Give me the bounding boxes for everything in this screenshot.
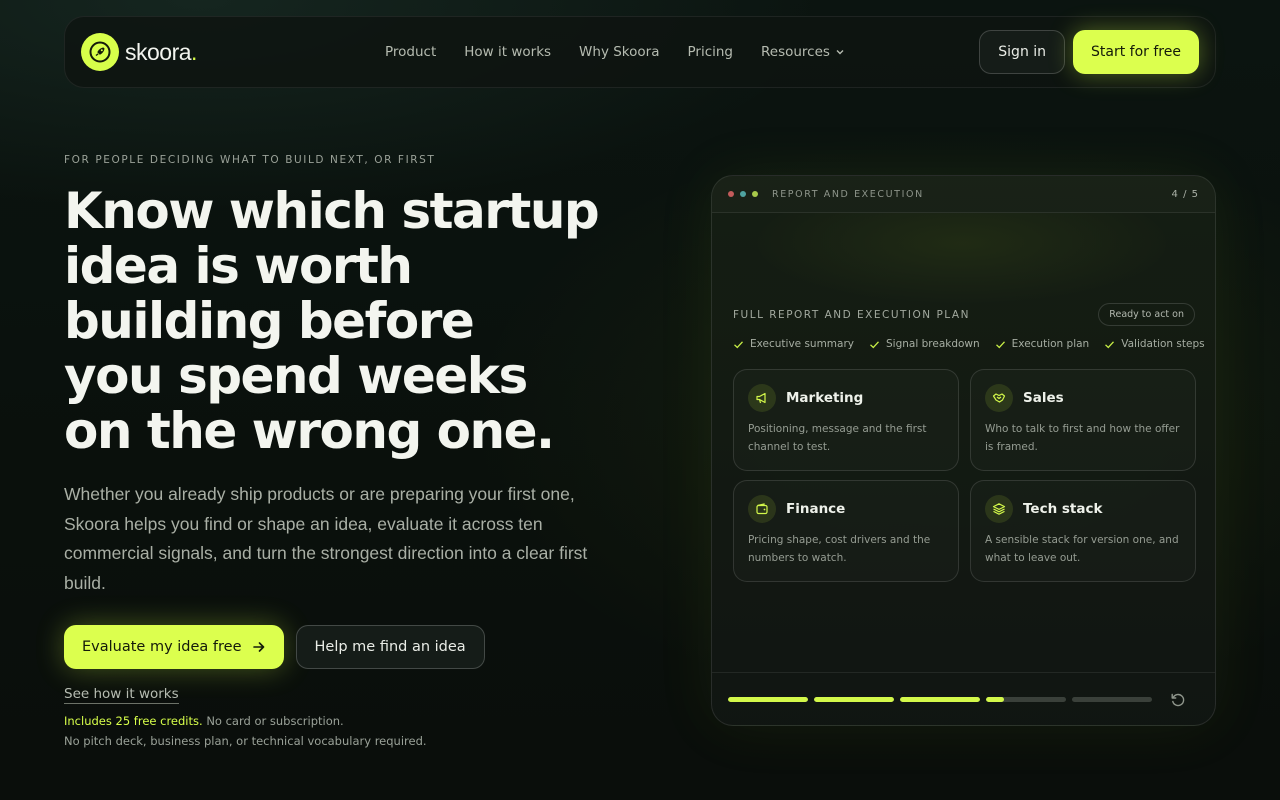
dot-teal <box>740 191 746 197</box>
hero-cta-row: Evaluate my idea free Help me find an id… <box>64 625 485 669</box>
tile-sales: Sales Who to talk to first and how the o… <box>970 369 1196 471</box>
check-label: Executive summary <box>750 338 855 350</box>
tile-title: Finance <box>786 501 846 517</box>
layers-icon <box>985 495 1013 523</box>
tile-tech-stack: Tech stack A sensible stack for version … <box>970 480 1196 582</box>
progress-segment <box>1072 697 1152 702</box>
rocket-icon <box>81 33 119 71</box>
progress-fill <box>900 697 980 702</box>
tile-description: Pricing shape, cost drivers and the numb… <box>748 534 931 564</box>
ready-badge: Ready to act on <box>1098 303 1195 326</box>
handshake-icon <box>985 384 1013 412</box>
find-idea-button[interactable]: Help me find an idea <box>295 625 485 669</box>
credits-note: Includes 25 free credits. No card or sub… <box>64 714 344 728</box>
tile-title: Sales <box>1023 390 1064 406</box>
replay-icon[interactable] <box>1169 691 1187 709</box>
check-item: Validation steps <box>1104 338 1205 350</box>
nav-link-product[interactable]: Product <box>385 44 436 60</box>
see-how-it-works-link[interactable]: See how it works <box>64 686 179 704</box>
nav-link-why-skoora[interactable]: Why Skoora <box>579 44 659 60</box>
hero-eyebrow: FOR PEOPLE DECIDING WHAT TO BUILD NEXT, … <box>64 154 436 166</box>
progress-segment <box>900 697 980 702</box>
headline-line: on the wrong one. <box>64 402 555 460</box>
brand-logo[interactable]: skoora. <box>81 33 197 71</box>
report-preview-card: REPORT AND EXECUTION 4 / 5 FULL REPORT A… <box>711 175 1216 726</box>
card-header: REPORT AND EXECUTION 4 / 5 <box>712 176 1215 213</box>
progress-segment <box>986 697 1066 702</box>
check-item: Execution plan <box>995 338 1090 350</box>
card-footer <box>712 672 1215 725</box>
report-checklist: Executive summary Signal breakdown Execu… <box>733 338 1205 350</box>
sign-in-button[interactable]: Sign in <box>979 30 1066 74</box>
tile-finance: Finance Pricing shape, cost drivers and … <box>733 480 959 582</box>
hero-headline: Know which startup idea is worth buildin… <box>64 184 624 459</box>
tile-marketing: Marketing Positioning, message and the f… <box>733 369 959 471</box>
tile-description: A sensible stack for version one, and wh… <box>985 534 1179 564</box>
evaluate-idea-button[interactable]: Evaluate my idea free <box>64 625 284 669</box>
wallet-icon <box>748 495 776 523</box>
credits-highlight: Includes 25 free credits. <box>64 714 203 728</box>
check-icon <box>995 340 1005 348</box>
check-label: Execution plan <box>1011 338 1090 350</box>
check-item: Executive summary <box>733 338 854 350</box>
check-icon <box>1105 340 1115 348</box>
no-pitch-note: No pitch deck, business plan, or technic… <box>64 734 427 748</box>
brand-name: skoora. <box>125 38 197 65</box>
nav-links: Product How it works Why Skoora Pricing … <box>385 44 845 60</box>
credits-rest: No card or subscription. <box>206 714 344 728</box>
nav-link-resources[interactable]: Resources <box>761 44 845 60</box>
tile-description: Positioning, message and the first chann… <box>748 423 927 453</box>
headline-line: Know which startup <box>64 182 600 240</box>
dot-red <box>728 191 734 197</box>
card-header-title: REPORT AND EXECUTION <box>772 188 924 200</box>
headline-line: idea is worth <box>64 237 413 295</box>
hero-description: Whether you already ship products or are… <box>64 484 588 593</box>
tile-title: Marketing <box>786 390 864 406</box>
chevron-down-icon <box>836 50 844 55</box>
top-navigation: skoora. Product How it works Why Skoora … <box>64 16 1216 88</box>
start-for-free-button[interactable]: Start for free <box>1073 30 1199 74</box>
progress-segment <box>814 697 894 702</box>
tile-description: Who to talk to first and how the offer i… <box>985 423 1180 453</box>
nav-link-pricing[interactable]: Pricing <box>687 44 733 60</box>
check-icon <box>870 340 879 348</box>
tile-title: Tech stack <box>1023 501 1103 517</box>
headline-line: you spend weeks <box>64 347 528 405</box>
nav-link-resources-label: Resources <box>761 44 830 60</box>
check-item: Signal breakdown <box>869 338 980 350</box>
report-title: FULL REPORT AND EXECUTION PLAN <box>733 309 970 321</box>
nav-link-how-it-works[interactable]: How it works <box>464 44 551 60</box>
megaphone-icon <box>748 384 776 412</box>
evaluate-idea-label: Evaluate my idea free <box>82 639 242 655</box>
progress-fill <box>814 697 894 702</box>
check-label: Validation steps <box>1121 338 1205 350</box>
progress-fill <box>728 697 808 702</box>
check-label: Signal breakdown <box>886 338 980 350</box>
arrow-right-icon <box>252 642 264 652</box>
dot-green <box>752 191 758 197</box>
nav-actions: Sign in Start for free <box>979 30 1199 74</box>
step-counter: 4 / 5 <box>1171 188 1199 200</box>
progress-fill <box>986 697 1004 702</box>
progress-segment <box>728 697 808 702</box>
window-dots <box>728 191 758 197</box>
check-icon <box>734 340 743 348</box>
headline-line: building before <box>64 292 475 350</box>
